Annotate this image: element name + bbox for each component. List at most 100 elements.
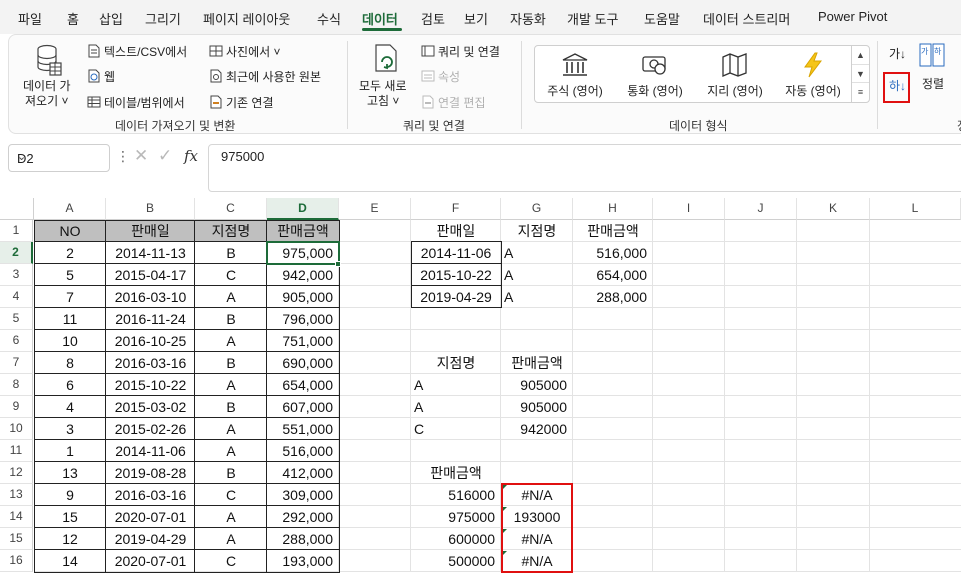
recent-sources-button[interactable]: 최근에 사용한 원본 [209, 68, 321, 85]
gallery-more-icon[interactable]: ≡ [852, 83, 869, 102]
column-header-I[interactable]: I [653, 198, 725, 220]
active-cell-D2[interactable] [266, 241, 340, 265]
cell-F16[interactable]: 500000 [411, 550, 501, 572]
cell-A15[interactable]: 12 [34, 528, 106, 550]
cancel-icon[interactable]: ✕ [134, 146, 148, 166]
cell-G7[interactable]: 판매금액 [501, 352, 573, 374]
row-header-14[interactable]: 14 [0, 506, 33, 528]
row-header-10[interactable]: 10 [0, 418, 33, 440]
column-header-L[interactable]: L [870, 198, 961, 220]
cell-G10[interactable]: 942000 [501, 418, 573, 440]
sort-ascending-button[interactable]: 가↓ [889, 45, 906, 62]
cell-A14[interactable]: 15 [34, 506, 106, 528]
cell-F2[interactable]: 2014-11-06 [411, 242, 501, 264]
chevron-up-icon[interactable]: ▲ [852, 46, 869, 65]
cell-C11[interactable]: A [195, 440, 267, 462]
tab-file[interactable]: 파일 [18, 9, 42, 28]
cell-A12[interactable]: 13 [34, 462, 106, 484]
cell-D9[interactable]: 607,000 [267, 396, 339, 418]
cell-F14[interactable]: 975000 [411, 506, 501, 528]
more-options-icon[interactable]: ⋮ [116, 148, 130, 165]
select-all-corner[interactable] [0, 198, 34, 220]
tab-data[interactable]: 데이터 [362, 9, 398, 28]
properties-button[interactable]: 속성 [421, 68, 460, 85]
cell-D7[interactable]: 690,000 [267, 352, 339, 374]
column-header-F[interactable]: F [411, 198, 501, 220]
cell-A3[interactable]: 5 [34, 264, 106, 286]
cell-D13[interactable]: 309,000 [267, 484, 339, 506]
cell-A16[interactable]: 14 [34, 550, 106, 572]
cell-C14[interactable]: A [195, 506, 267, 528]
cell-A10[interactable]: 3 [34, 418, 106, 440]
cell-C2[interactable]: B [195, 242, 267, 264]
cell-D16[interactable]: 193,000 [267, 550, 339, 572]
cell-B7[interactable]: 2016-03-16 [106, 352, 195, 374]
cell-D15[interactable]: 288,000 [267, 528, 339, 550]
cell-C8[interactable]: A [195, 374, 267, 396]
cell-A11[interactable]: 1 [34, 440, 106, 462]
data-type-currency[interactable]: 통화 (영어) [617, 52, 693, 98]
cell-B3[interactable]: 2015-04-17 [106, 264, 195, 286]
existing-connections-button[interactable]: 기존 연결 [209, 94, 274, 111]
cell-D8[interactable]: 654,000 [267, 374, 339, 396]
tab-power-pivot[interactable]: Power Pivot [818, 9, 887, 24]
column-header-H[interactable]: H [573, 198, 653, 220]
cell-F13[interactable]: 516000 [411, 484, 501, 506]
row-header-15[interactable]: 15 [0, 528, 33, 550]
cell-F15[interactable]: 600000 [411, 528, 501, 550]
cell-A8[interactable]: 6 [34, 374, 106, 396]
column-header-K[interactable]: K [797, 198, 870, 220]
row-header-2[interactable]: 2 [0, 242, 33, 264]
tab-draw[interactable]: 그리기 [145, 9, 181, 28]
cell-D11[interactable]: 516,000 [267, 440, 339, 462]
cell-C3[interactable]: C [195, 264, 267, 286]
cell-G9[interactable]: 905000 [501, 396, 573, 418]
tab-insert[interactable]: 삽입 [99, 9, 123, 28]
from-web-button[interactable]: 웹 [87, 68, 115, 85]
tab-review[interactable]: 검토 [421, 9, 445, 28]
insert-function-icon[interactable]: fx [184, 147, 198, 165]
cell-B4[interactable]: 2016-03-10 [106, 286, 195, 308]
cell-H1[interactable]: 판매금액 [573, 220, 653, 242]
formula-input[interactable]: 975000 [208, 144, 961, 192]
tab-data-streamer[interactable]: 데이터 스트리머 [703, 9, 790, 28]
cell-G8[interactable]: 905000 [501, 374, 573, 396]
cell-A7[interactable]: 8 [34, 352, 106, 374]
data-type-automatic[interactable]: 자동 (영어) [775, 52, 851, 98]
cell-D10[interactable]: 551,000 [267, 418, 339, 440]
cell-C7[interactable]: B [195, 352, 267, 374]
cell-B13[interactable]: 2016-03-16 [106, 484, 195, 506]
cell-B12[interactable]: 2019-08-28 [106, 462, 195, 484]
cell-B15[interactable]: 2019-04-29 [106, 528, 195, 550]
row-header-12[interactable]: 12 [0, 462, 33, 484]
column-header-E[interactable]: E [339, 198, 411, 220]
cell-H2[interactable]: 516,000 [573, 242, 653, 264]
cell-B6[interactable]: 2016-10-25 [106, 330, 195, 352]
cell-D4[interactable]: 905,000 [267, 286, 339, 308]
row-header-11[interactable]: 11 [0, 440, 33, 462]
cell-F4[interactable]: 2019-04-29 [411, 286, 501, 308]
cell-H4[interactable]: 288,000 [573, 286, 653, 308]
cell-F8[interactable]: A [411, 374, 501, 396]
cell-C5[interactable]: B [195, 308, 267, 330]
cell-C1[interactable]: 지점명 [195, 220, 267, 242]
tab-home[interactable]: 홈 [67, 9, 79, 28]
row-header-1[interactable]: 1 [0, 220, 33, 242]
edit-links-button[interactable]: 연결 편집 [421, 94, 486, 111]
row-header-8[interactable]: 8 [0, 374, 33, 396]
row-header-9[interactable]: 9 [0, 396, 33, 418]
cell-G3[interactable]: A [501, 264, 573, 286]
row-header-7[interactable]: 7 [0, 352, 33, 374]
cell-D12[interactable]: 412,000 [267, 462, 339, 484]
from-table-range-button[interactable]: 테이블/범위에서 [87, 94, 185, 111]
chevron-down-icon[interactable]: ⌄ [17, 150, 103, 163]
cell-G1[interactable]: 지점명 [501, 220, 573, 242]
column-header-B[interactable]: B [106, 198, 195, 220]
row-header-3[interactable]: 3 [0, 264, 33, 286]
tab-automate[interactable]: 자동화 [510, 9, 546, 28]
cell-B9[interactable]: 2015-03-02 [106, 396, 195, 418]
cell-B10[interactable]: 2015-02-26 [106, 418, 195, 440]
cell-F7[interactable]: 지점명 [411, 352, 501, 374]
column-header-G[interactable]: G [501, 198, 573, 220]
cell-A5[interactable]: 11 [34, 308, 106, 330]
